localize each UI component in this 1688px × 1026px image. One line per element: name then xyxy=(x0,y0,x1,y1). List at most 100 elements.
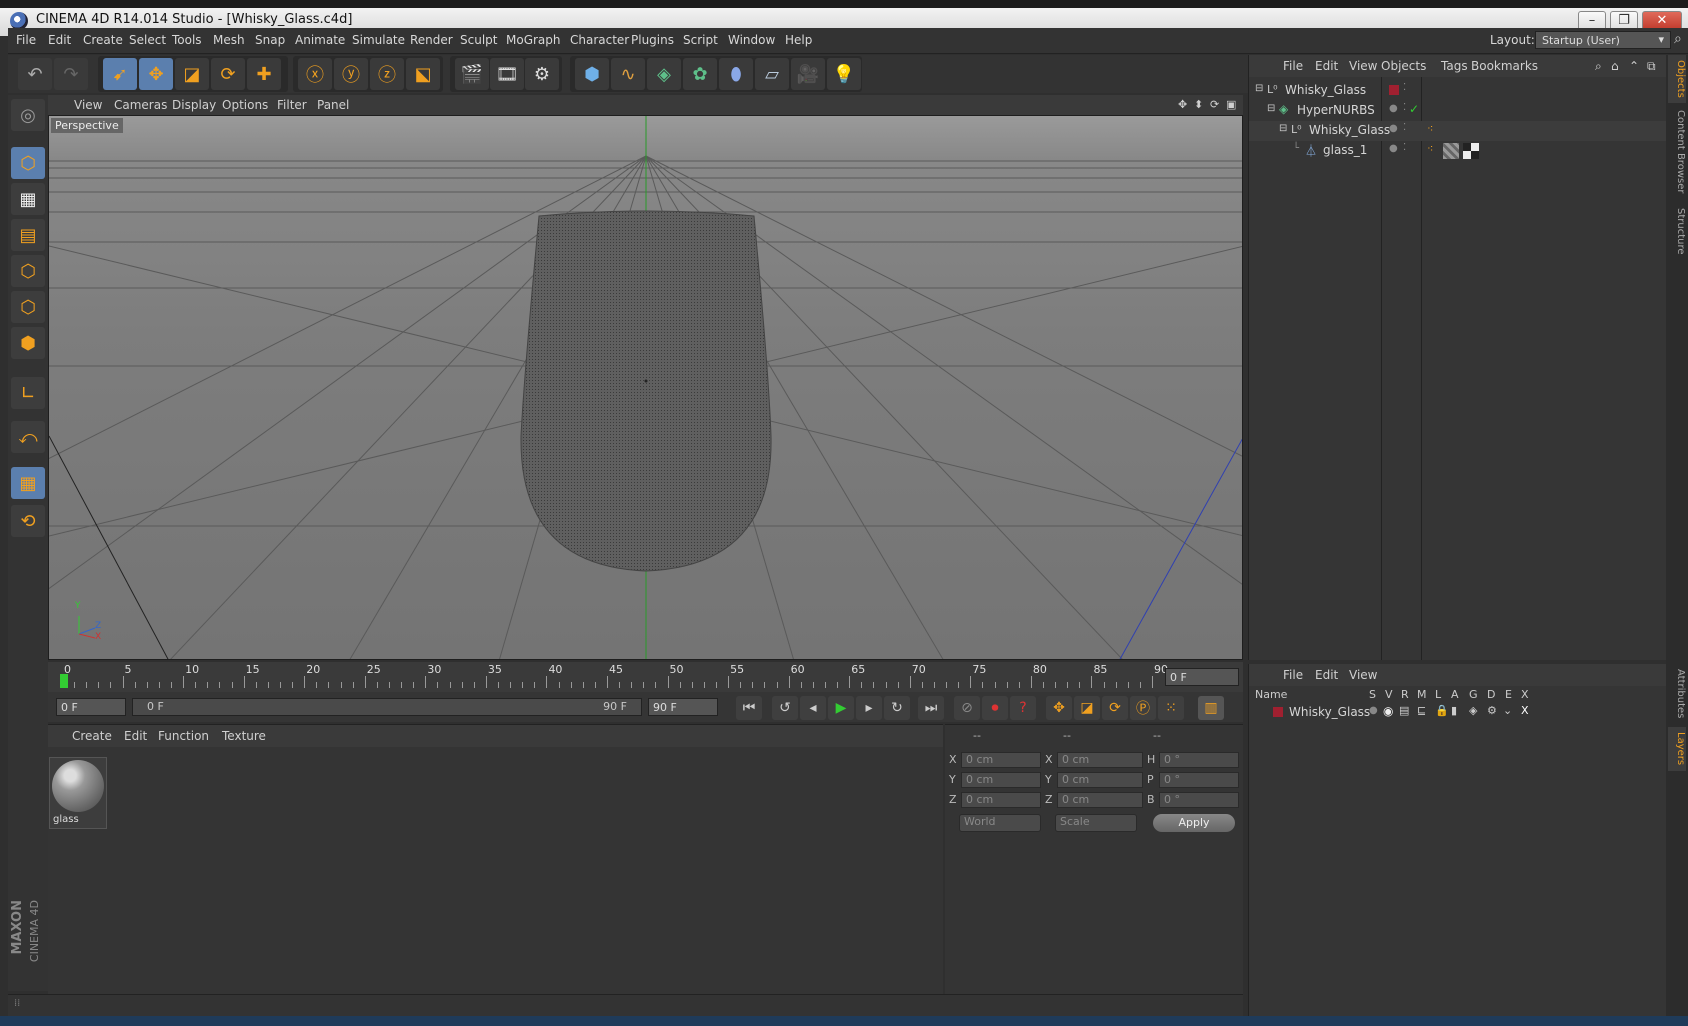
object-menu-file[interactable]: File xyxy=(1283,59,1303,73)
menu-tools[interactable]: Tools xyxy=(172,33,202,47)
menu-mesh[interactable]: Mesh xyxy=(213,33,245,47)
x-axis-lock-icon[interactable]: ⓧ xyxy=(298,58,332,90)
step-forward-icon[interactable]: ▸ xyxy=(856,696,882,720)
autokey-icon[interactable]: ⏺ xyxy=(982,696,1008,720)
menu-simulate[interactable]: Simulate xyxy=(352,33,405,47)
viewport-move-icon[interactable]: ✥ xyxy=(1178,98,1187,111)
render-view-icon[interactable]: 🎬 xyxy=(455,58,489,90)
step-back-icon[interactable]: ◂ xyxy=(800,696,826,720)
material-swatch-glass[interactable]: glass xyxy=(49,757,107,829)
apply-button[interactable]: Apply xyxy=(1153,814,1235,832)
tab-objects[interactable]: Objects xyxy=(1668,55,1686,103)
workplane-mode-icon[interactable]: ▤ xyxy=(11,219,45,251)
object-row[interactable]: ⊟ L⁰ Whisky_Glass ⁚ xyxy=(1249,81,1667,101)
perspective-viewport[interactable]: Perspective Y Z X xyxy=(48,115,1243,660)
object-row[interactable]: └ ⏃ glass_1 ● ⁚ ⁖ xyxy=(1249,141,1667,161)
collapse-icon[interactable]: ⊟ xyxy=(1267,103,1275,114)
texture-mode-icon[interactable]: ▦ xyxy=(11,183,45,215)
visibility-dots-icon[interactable]: ⁚ xyxy=(1403,102,1406,113)
play-icon[interactable]: ▶ xyxy=(828,696,854,720)
material-menu-function[interactable]: Function xyxy=(158,729,209,743)
object-menu-bookmarks[interactable]: Bookmarks xyxy=(1471,59,1538,73)
search-icon[interactable]: ⌕ xyxy=(1674,31,1682,47)
keyframe-selection-icon[interactable]: ? xyxy=(1010,696,1036,720)
go-to-end-icon[interactable]: ⏭ xyxy=(918,696,944,720)
tab-attributes[interactable]: Attributes xyxy=(1668,665,1686,723)
snap-icon[interactable]: ▦ xyxy=(11,467,45,499)
preview-range-slider[interactable]: 0 F 90 F xyxy=(132,698,642,716)
menu-render[interactable]: Render xyxy=(410,33,453,47)
axis-mode-icon[interactable]: ∟ xyxy=(11,377,45,409)
object-row[interactable]: ⊟ L⁰ Whisky_Glass ● ⁚ ⁖ xyxy=(1249,121,1667,141)
coord-size-z-field[interactable]: 0 cm xyxy=(1057,792,1143,808)
visibility-dots-icon[interactable]: ⁚ xyxy=(1403,122,1406,133)
menu-edit[interactable]: Edit xyxy=(48,33,71,47)
object-menu-tags[interactable]: Tags xyxy=(1441,59,1468,73)
move-tool-icon[interactable]: ✥ xyxy=(139,58,173,90)
object-new-window-icon[interactable]: ⧉ xyxy=(1647,59,1656,74)
viewport-menu-cameras[interactable]: Cameras xyxy=(114,98,167,112)
menu-help[interactable]: Help xyxy=(785,33,812,47)
render-settings-icon[interactable]: ⚙ xyxy=(525,58,559,90)
object-menu-objects[interactable]: Objects xyxy=(1381,59,1426,73)
coord-size-y-field[interactable]: 0 cm xyxy=(1057,772,1143,788)
viewport-menu-view[interactable]: View xyxy=(74,98,102,112)
view-eye-icon[interactable]: ◉ xyxy=(1383,704,1393,718)
visibility-dot-icon[interactable]: ● xyxy=(1389,123,1398,134)
tab-content-browser[interactable]: Content Browser xyxy=(1668,107,1686,197)
whisky-glass-mesh[interactable] xyxy=(520,210,772,572)
object-row[interactable]: ⊟ ◈ HyperNURBS ● ⁚ ✓ xyxy=(1249,101,1667,121)
undo-icon[interactable]: ↶ xyxy=(18,58,52,90)
cube-primitive-icon[interactable]: ⬢ xyxy=(575,58,609,90)
coord-pos-x-field[interactable]: 0 cm xyxy=(961,752,1041,768)
coord-rot-h-field[interactable]: 0 ° xyxy=(1159,752,1239,768)
object-up-icon[interactable]: ⌃ xyxy=(1629,59,1639,73)
visibility-dots-icon[interactable]: ⁚ xyxy=(1403,82,1406,93)
visibility-dots-icon[interactable]: ⁚ xyxy=(1403,142,1406,153)
viewport-menu-display[interactable]: Display xyxy=(172,98,216,112)
enabled-checkmark-icon[interactable]: ✓ xyxy=(1409,102,1419,116)
recent-tools-icon[interactable]: ✚ xyxy=(247,58,281,90)
menu-create[interactable]: Create xyxy=(83,33,123,47)
camera-icon[interactable]: 🎥 xyxy=(791,58,825,90)
tab-structure[interactable]: Structure xyxy=(1668,203,1686,259)
live-selection-icon[interactable]: ➹ xyxy=(103,58,137,90)
coord-size-x-field[interactable]: 0 cm xyxy=(1057,752,1143,768)
y-axis-lock-icon[interactable]: ⓨ xyxy=(334,58,368,90)
points-mode-icon[interactable]: ⬡ xyxy=(11,255,45,287)
spline-pen-icon[interactable]: ∿ xyxy=(611,58,645,90)
key-position-icon[interactable]: ✥ xyxy=(1046,696,1072,720)
coord-pos-y-field[interactable]: 0 cm xyxy=(961,772,1041,788)
render-clapper-icon[interactable]: ▤ xyxy=(1399,704,1409,717)
end-frame-field[interactable]: 90 F xyxy=(648,698,718,716)
next-key-icon[interactable]: ↻ xyxy=(884,696,910,720)
viewport-maximize-icon[interactable]: ▣ xyxy=(1226,98,1236,111)
coordinate-system-icon[interactable]: ⬕ xyxy=(406,58,440,90)
object-home-icon[interactable]: ⌂ xyxy=(1611,59,1619,73)
nurbs-icon[interactable]: ◈ xyxy=(647,58,681,90)
hierarchy-tag-icon[interactable]: ⁖ xyxy=(1427,122,1433,135)
coord-rot-b-field[interactable]: 0 ° xyxy=(1159,792,1239,808)
generators-icon[interactable]: ◈ xyxy=(1469,704,1477,717)
previous-key-icon[interactable]: ↺ xyxy=(772,696,798,720)
object-menu-edit[interactable]: Edit xyxy=(1315,59,1338,73)
menu-snap[interactable]: Snap xyxy=(255,33,285,47)
viewport-menu-options[interactable]: Options xyxy=(222,98,268,112)
layout-select[interactable]: Startup (User) ▾ xyxy=(1535,31,1671,49)
coord-size-mode-select[interactable]: Scale xyxy=(1055,814,1137,832)
locked-workplane-icon[interactable]: ⟲ xyxy=(11,505,45,537)
xref-icon[interactable]: Ⅹ xyxy=(1521,704,1529,717)
object-search-icon[interactable]: ⌕ xyxy=(1595,59,1602,74)
viewport-menu-panel[interactable]: Panel xyxy=(317,98,349,112)
viewport-menu-filter[interactable]: Filter xyxy=(277,98,307,112)
deformer-icon[interactable]: ⬮ xyxy=(719,58,753,90)
key-scale-icon[interactable]: ◪ xyxy=(1074,696,1100,720)
make-editable-icon[interactable]: ◎ xyxy=(11,99,45,131)
key-parameter-icon[interactable]: Ⓟ xyxy=(1130,696,1156,720)
coord-rot-p-field[interactable]: 0 ° xyxy=(1159,772,1239,788)
animation-icon[interactable]: ▮ xyxy=(1451,704,1457,717)
timeline-window-icon[interactable]: ▥ xyxy=(1198,696,1224,720)
menu-plugins[interactable]: Plugins xyxy=(631,33,674,47)
uvw-tag-icon[interactable] xyxy=(1463,143,1479,159)
scale-tool-icon[interactable]: ◪ xyxy=(175,58,209,90)
